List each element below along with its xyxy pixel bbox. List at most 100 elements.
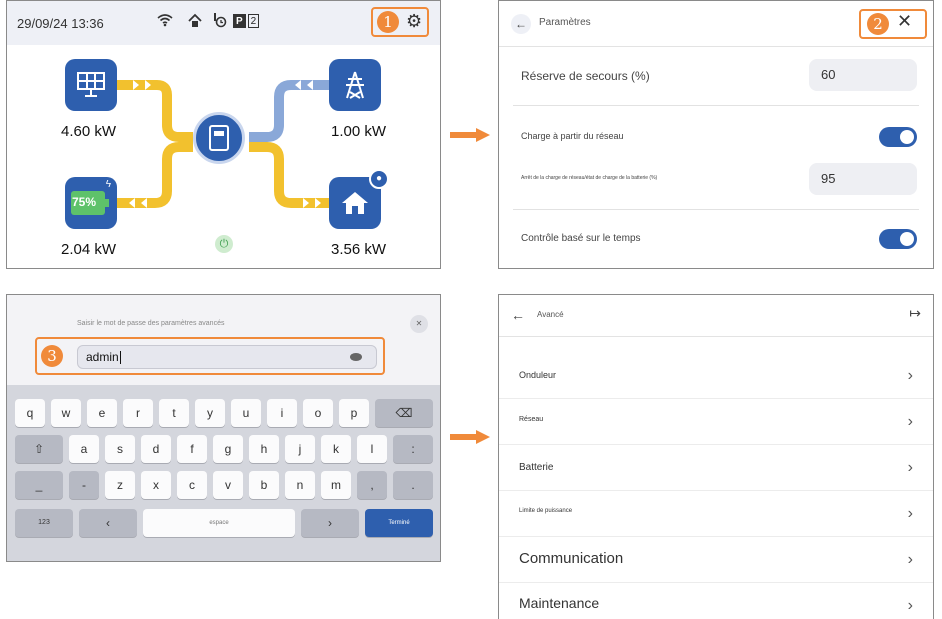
grid-charge-label: Charge à partir du réseau — [521, 131, 624, 141]
battery-soc: 75% — [72, 195, 97, 209]
menu-item-communication[interactable]: Communication › — [499, 537, 933, 583]
lightbulb-icon[interactable]: ● — [369, 169, 389, 189]
battery-tile[interactable]: 75% ϟ — [65, 177, 117, 229]
key-h[interactable]: h — [249, 435, 279, 463]
key-period[interactable]: . — [393, 471, 433, 499]
step-callout-1: 1 — [377, 11, 399, 33]
space-key[interactable]: espace — [143, 509, 295, 537]
timer-icon — [213, 13, 227, 32]
key-g[interactable]: g — [213, 435, 243, 463]
key-a[interactable]: a — [69, 435, 99, 463]
back-arrow-icon[interactable]: ← — [511, 307, 525, 323]
menu-item-label: Batterie — [519, 462, 554, 473]
key-k[interactable]: k — [321, 435, 351, 463]
key-i[interactable]: i — [267, 399, 297, 427]
home-signal-icon — [187, 13, 203, 32]
backup-reserve-input[interactable]: 60 — [809, 59, 917, 91]
solar-panel-icon — [77, 72, 105, 97]
key-o[interactable]: o — [303, 399, 333, 427]
key-q[interactable]: q — [15, 399, 45, 427]
gear-icon[interactable]: ⚙ — [406, 11, 422, 32]
preset-number: 2 — [247, 14, 260, 28]
done-key[interactable]: Terminé — [365, 509, 433, 537]
cursor-left-key[interactable]: ‹ — [79, 509, 137, 537]
shift-key[interactable]: ⇧ — [15, 435, 63, 463]
key-u[interactable]: u — [231, 399, 261, 427]
chevron-right-icon: › — [907, 505, 913, 522]
chevron-right-icon: › — [907, 367, 913, 384]
key-s[interactable]: s — [105, 435, 135, 463]
grid-power-value: 1.00 kW — [331, 123, 387, 140]
inverter-icon — [209, 125, 229, 151]
step-arrow-right-icon — [450, 128, 490, 142]
key-comma[interactable]: , — [357, 471, 387, 499]
menu-item-inverter[interactable]: Onduleur › — [499, 353, 933, 399]
show-password-eye-icon[interactable] — [350, 353, 362, 361]
key-dash[interactable]: - — [69, 471, 99, 499]
key-x[interactable]: x — [141, 471, 171, 499]
key-n[interactable]: n — [285, 471, 315, 499]
preset-badge: P 2 — [233, 14, 260, 28]
menu-item-grid[interactable]: Réseau › — [499, 399, 933, 445]
logout-icon[interactable]: ↦ — [909, 305, 921, 322]
password-input[interactable]: admin — [77, 345, 377, 369]
solar-power-value: 4.60 kW — [61, 123, 117, 140]
settings-title: Paramètres — [539, 17, 591, 28]
settings-screen: ← Paramètres 2 ✕ Réserve de secours (%) … — [498, 0, 934, 269]
inverter-node[interactable] — [193, 112, 245, 164]
energy-flow-diagram: 4.60 kW 1.00 kW 75% ϟ 2.04 kW ● 3.56 kW … — [7, 45, 440, 268]
key-f[interactable]: f — [177, 435, 207, 463]
home-tile[interactable]: ● — [329, 169, 389, 229]
stop-charge-input[interactable]: 95 — [809, 163, 917, 195]
home-dashboard-screen: 29/09/24 13:36 P 2 1 ⚙ 4.60 kW 1.00 kW 7… — [6, 0, 441, 269]
backspace-key[interactable]: ⌫ — [375, 399, 433, 427]
close-keyboard-icon[interactable]: ✕ — [410, 315, 428, 333]
password-prompt: Saisir le mot de passe des paramètres av… — [77, 320, 225, 327]
stop-charge-label: Arrêt de la charge de réseau/état de cha… — [521, 175, 658, 181]
grid-tile[interactable] — [329, 59, 381, 111]
key-r[interactable]: r — [123, 399, 153, 427]
solar-panel-tile[interactable] — [65, 59, 117, 111]
key-e[interactable]: e — [87, 399, 117, 427]
status-bar: 29/09/24 13:36 P 2 1 ⚙ — [7, 1, 440, 45]
onscreen-keyboard: q w e r t y u i o p ⌫ ⇧ a s d f g h j k … — [7, 385, 440, 561]
tools-icon[interactable]: ✕ — [897, 11, 912, 32]
menu-item-power-limit[interactable]: Limite de puissance › — [499, 491, 933, 537]
key-p[interactable]: p — [339, 399, 369, 427]
key-c[interactable]: c — [177, 471, 207, 499]
password-value: admin — [86, 350, 119, 364]
home-power-value: 3.56 kW — [331, 241, 387, 258]
key-b[interactable]: b — [249, 471, 279, 499]
charging-bolt-icon: ϟ — [105, 179, 111, 190]
menu-item-battery[interactable]: Batterie › — [499, 445, 933, 491]
battery-terminal — [105, 199, 109, 207]
battery-power-value: 2.04 kW — [61, 241, 117, 258]
power-icon[interactable]: ⏻ — [215, 235, 233, 253]
datetime-label: 29/09/24 13:36 — [17, 16, 104, 31]
key-j[interactable]: j — [285, 435, 315, 463]
key-y[interactable]: y — [195, 399, 225, 427]
key-l[interactable]: l — [357, 435, 387, 463]
key-w[interactable]: w — [51, 399, 81, 427]
key-d[interactable]: d — [141, 435, 171, 463]
key-m[interactable]: m — [321, 471, 351, 499]
back-arrow-icon[interactable]: ← — [511, 14, 531, 34]
key-colon[interactable]: : — [393, 435, 433, 463]
menu-item-maintenance[interactable]: Maintenance › — [499, 583, 933, 619]
menu-item-label: Onduleur — [519, 370, 557, 380]
step-callout-2: 2 — [867, 13, 889, 35]
menu-item-label: Limite de puissance — [519, 508, 573, 514]
menu-item-label: Réseau — [519, 416, 544, 423]
advanced-menu-screen: ← Avancé ↦ Onduleur › Réseau › Batterie … — [498, 294, 934, 619]
cursor-right-key[interactable]: › — [301, 509, 359, 537]
key-underscore[interactable]: _ — [15, 471, 63, 499]
numeric-mode-key[interactable]: 123 — [15, 509, 73, 537]
grid-charge-toggle[interactable] — [879, 127, 917, 147]
key-z[interactable]: z — [105, 471, 135, 499]
key-v[interactable]: v — [213, 471, 243, 499]
time-control-toggle[interactable] — [879, 229, 917, 249]
key-t[interactable]: t — [159, 399, 189, 427]
menu-item-label: Maintenance — [519, 595, 600, 611]
text-caret — [119, 351, 121, 365]
time-control-label: Contrôle basé sur le temps — [521, 233, 641, 244]
